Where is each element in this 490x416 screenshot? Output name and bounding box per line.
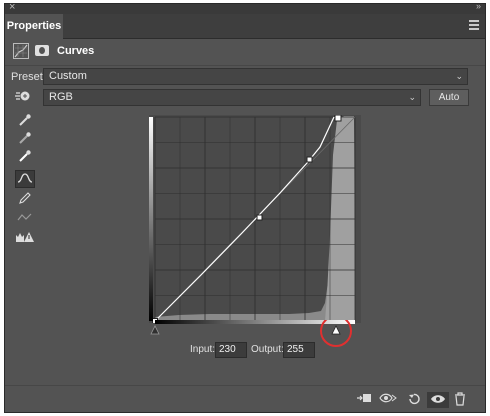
collapse-icon[interactable]: »: [476, 1, 481, 11]
input-label: Input:: [190, 344, 216, 355]
eyedropper-gray-icon[interactable]: [15, 131, 35, 149]
curve-point[interactable]: [256, 214, 263, 221]
chevron-down-icon: ⌄: [455, 71, 463, 81]
panel-title: Curves: [57, 45, 95, 57]
panel-header: Curves: [5, 39, 485, 66]
eyedropper-black-icon[interactable]: [15, 113, 35, 131]
view-previous-state-icon[interactable]: [379, 392, 397, 408]
chevron-down-icon: ⌄: [408, 92, 416, 102]
curves-graph[interactable]: [149, 115, 361, 323]
bottom-toolbar: [5, 385, 485, 415]
trash-icon[interactable]: [451, 392, 469, 408]
close-icon[interactable]: ×: [9, 1, 15, 13]
smooth-icon[interactable]: [15, 210, 35, 228]
curve-point[interactable]: [306, 156, 313, 163]
panel-menu-icon[interactable]: [469, 20, 479, 32]
panel-titlebar: × »: [5, 1, 485, 14]
preset-label: Preset:: [11, 71, 46, 83]
channel-value: RGB: [49, 91, 73, 103]
properties-panel: × » Properties Curves Preset: Custom ⌄ R…: [4, 1, 486, 415]
reset-icon[interactable]: [405, 392, 423, 408]
adjust-hand-icon[interactable]: [13, 89, 33, 107]
output-gradient: [149, 117, 153, 321]
input-slider[interactable]: [149, 320, 361, 362]
input-field[interactable]: 230: [215, 342, 247, 358]
clipping-warning-icon[interactable]: [15, 230, 35, 248]
layer-mask-icon[interactable]: [35, 45, 49, 56]
clip-to-layer-icon[interactable]: [355, 392, 373, 408]
auto-button[interactable]: Auto: [429, 89, 469, 106]
curve-points-icon[interactable]: [15, 170, 35, 188]
preset-value: Custom: [49, 70, 87, 82]
black-point-slider-icon[interactable]: [150, 325, 160, 335]
pencil-icon[interactable]: [15, 191, 35, 209]
preset-dropdown[interactable]: Custom ⌄: [43, 68, 468, 85]
eyedropper-white-icon[interactable]: [15, 149, 35, 167]
tab-bar: Properties: [5, 14, 485, 39]
visibility-eye-icon[interactable]: [427, 392, 449, 408]
curves-adjustment-icon: [13, 43, 29, 59]
output-field[interactable]: 255: [283, 342, 315, 358]
output-label: Output:: [251, 344, 284, 355]
channel-dropdown[interactable]: RGB ⌄: [43, 89, 421, 106]
white-point-slider-icon[interactable]: [331, 325, 341, 335]
tab-properties[interactable]: Properties: [5, 14, 63, 39]
curve-point-selected[interactable]: [334, 115, 342, 122]
